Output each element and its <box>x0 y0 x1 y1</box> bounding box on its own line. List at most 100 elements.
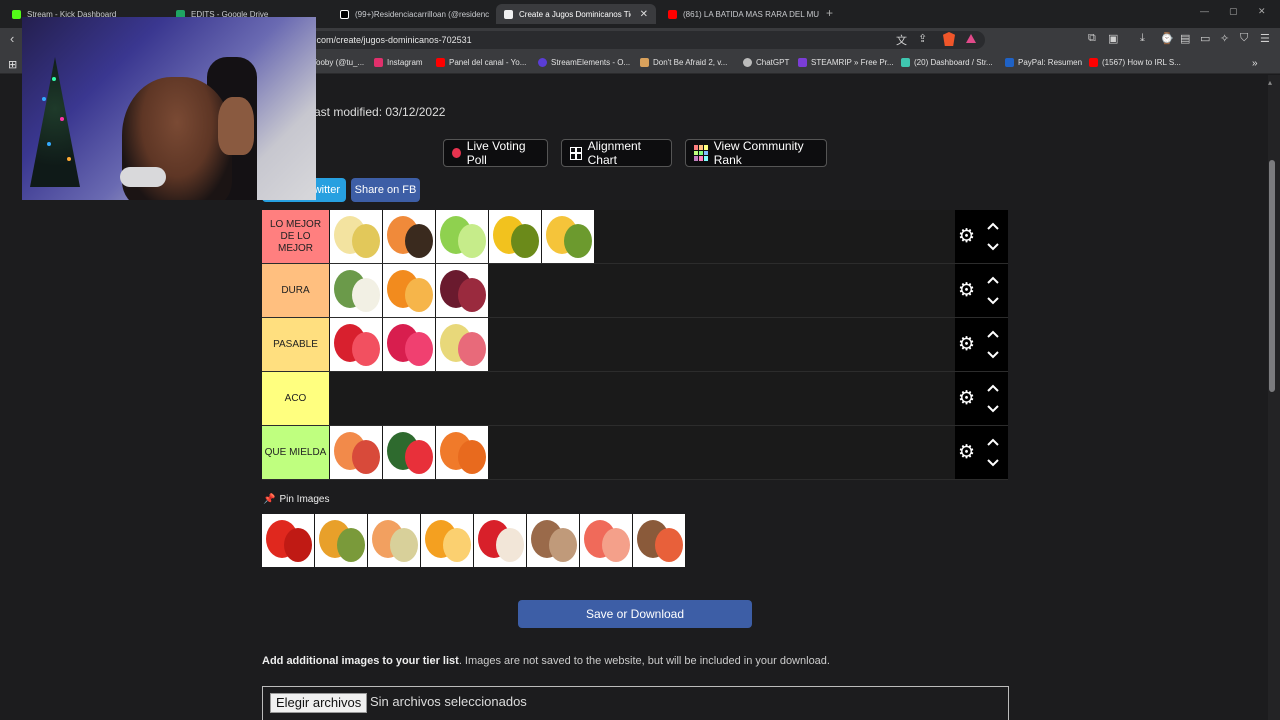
bookmark-dashboard[interactable]: (20) Dashboard / Str... <box>901 58 993 67</box>
fruit-image-soursop[interactable] <box>330 264 383 317</box>
share-icon[interactable]: ⇪ <box>918 32 927 45</box>
address-bar[interactable]: ker.com/create/jugos-dominicanos-702531 <box>290 31 985 49</box>
tab-youtube[interactable]: (861) LA BATIDA MAS RARA DEL MU <box>660 4 820 24</box>
pin-icon: 📌 <box>263 494 276 505</box>
paypal-icon <box>1005 58 1014 67</box>
scrollbar-thumb[interactable] <box>1269 160 1275 392</box>
brave-shield-icon[interactable] <box>943 32 955 46</box>
bookmark-how-to-irl[interactable]: (1567) How to IRL S... <box>1089 58 1181 67</box>
tiktok-icon <box>340 9 349 19</box>
fruit-image-guava[interactable] <box>436 318 489 371</box>
close-tab-icon[interactable]: ✕ <box>640 9 648 20</box>
fruit-image-watermelon[interactable] <box>383 426 436 479</box>
file-status: Sin archivos seleccionados <box>370 694 527 709</box>
fruit-image-tomato[interactable] <box>262 514 315 567</box>
more-bookmarks-icon[interactable]: » <box>1252 58 1258 69</box>
tier-label[interactable]: QUE MIELDA <box>262 426 329 479</box>
fruit-image-tamarind[interactable] <box>527 514 580 567</box>
pin-images-label[interactable]: 📌 Pin Images <box>263 494 329 505</box>
fruit-image-cantaloupe[interactable] <box>368 514 421 567</box>
tier-row: ACO ⚙ <box>262 372 1008 426</box>
live-voting-poll-button[interactable]: Live Voting Poll <box>443 139 548 167</box>
fruit-image-apple[interactable] <box>474 514 527 567</box>
fruit-image-papaya[interactable] <box>383 210 436 263</box>
wallet-icon[interactable]: ▭ <box>1200 32 1210 45</box>
bookmark-instagram[interactable]: Instagram <box>374 58 423 67</box>
last-modified: ast modified: 03/12/2022 <box>314 105 446 119</box>
tab-tiermaker[interactable]: Create a Jugos Dominicanos Tier ✕ <box>496 4 656 24</box>
chevron-down-icon[interactable] <box>986 348 1000 360</box>
community-rank-button[interactable]: View Community Rank <box>685 139 827 167</box>
fruit-image-passion-fruit[interactable] <box>489 210 542 263</box>
maximize-icon[interactable]: ▢ <box>1229 6 1238 17</box>
chevron-up-icon[interactable] <box>986 381 1000 393</box>
bookmark-steamrip[interactable]: STEAMRIP » Free Pr... <box>798 58 894 67</box>
chevron-down-icon[interactable] <box>986 294 1000 306</box>
chevron-up-icon[interactable] <box>986 273 1000 285</box>
gear-icon[interactable]: ⚙ <box>958 389 975 408</box>
leo-icon[interactable]: ✧ <box>1220 32 1229 45</box>
screenshot-icon[interactable]: ▣ <box>1108 32 1118 45</box>
translate-icon[interactable]: 文 <box>896 32 907 48</box>
menu-icon[interactable]: ☰ <box>1260 32 1270 45</box>
bookmark-youtube-panel[interactable]: Panel del canal - Yo... <box>436 58 526 67</box>
gear-icon[interactable]: ⚙ <box>958 335 975 354</box>
new-tab-icon[interactable]: + <box>826 6 833 20</box>
fruit-image-orange[interactable] <box>383 264 436 317</box>
minimize-icon[interactable]: — <box>1200 6 1209 16</box>
bookmark-streamelements[interactable]: StreamElements - O... <box>538 58 630 67</box>
streamelements-icon <box>538 58 547 67</box>
fruit-image-peach[interactable] <box>330 426 383 479</box>
chevron-up-icon[interactable] <box>986 327 1000 339</box>
gear-icon[interactable]: ⚙ <box>958 281 975 300</box>
history-icon[interactable]: ⌚ <box>1160 32 1174 45</box>
save-download-button[interactable]: Save or Download <box>518 600 752 628</box>
chevron-down-icon[interactable] <box>986 240 1000 252</box>
fruit-image-mamey[interactable] <box>633 514 686 567</box>
fruit-image-mango[interactable] <box>315 514 368 567</box>
bookmark-paypal[interactable]: PayPal: Resumen <box>1005 58 1082 67</box>
fruit-image-grapefruit[interactable] <box>580 514 633 567</box>
chevron-up-icon[interactable] <box>986 219 1000 231</box>
chevron-down-icon[interactable] <box>986 402 1000 414</box>
fruit-image-grapes[interactable] <box>436 264 489 317</box>
apps-icon[interactable]: ⊞ <box>8 58 17 71</box>
fruit-image-orange-slices[interactable] <box>421 514 474 567</box>
tier-label[interactable]: PASABLE <box>262 318 329 371</box>
fruit-image-banana[interactable] <box>330 210 383 263</box>
fruit-image-carrot[interactable] <box>436 426 489 479</box>
gear-icon[interactable]: ⚙ <box>958 227 975 246</box>
scroll-up-icon[interactable]: ▴ <box>1268 78 1272 87</box>
streamer-hand <box>218 97 254 155</box>
tab-label: (99+)Residenciacarrilloan (@residenc <box>355 9 490 19</box>
alignment-chart-button[interactable]: Alignment Chart <box>561 139 672 167</box>
share-facebook-button[interactable]: Share on FB <box>351 178 420 202</box>
choose-files-button[interactable]: Elegir archivos <box>270 693 368 713</box>
fruit-image-pineapple[interactable] <box>542 210 595 263</box>
tier-items <box>330 426 489 479</box>
fruit-image-strawberry[interactable] <box>330 318 383 371</box>
extensions-icon[interactable]: ⧉ <box>1088 32 1096 45</box>
fruit-image-lime[interactable] <box>436 210 489 263</box>
brave-rewards-icon[interactable] <box>966 34 976 43</box>
gear-icon[interactable]: ⚙ <box>958 443 975 462</box>
chevron-down-icon[interactable] <box>986 456 1000 468</box>
close-window-icon[interactable]: ✕ <box>1258 6 1266 17</box>
chevron-up-icon[interactable] <box>986 435 1000 447</box>
tier-label[interactable]: ACO <box>262 372 329 425</box>
back-icon[interactable]: ‹ <box>10 31 14 46</box>
fruit-image-raspberry[interactable] <box>383 318 436 371</box>
bookmark-chatgpt[interactable]: ChatGPT <box>743 58 789 67</box>
tab-tiktok[interactable]: (99+)Residenciacarrilloan (@residenc <box>332 4 492 24</box>
sidebar-icon[interactable]: ▤ <box>1180 32 1190 45</box>
youtube-icon <box>436 58 445 67</box>
tier-controls: ⚙ <box>955 426 1008 479</box>
vpn-icon[interactable]: ⛉ <box>1240 32 1248 45</box>
tier-label[interactable]: LO MEJOR DE LO MEJOR <box>262 210 329 263</box>
bookmark-dont-be-afraid[interactable]: Don't Be Afraid 2, v... <box>640 58 727 67</box>
steamrip-icon <box>798 58 807 67</box>
download-icon[interactable]: ⤓ <box>1140 32 1145 45</box>
bookmark-item[interactable]: Tooby (@tu_... <box>312 58 364 67</box>
tiermaker-icon <box>504 9 513 19</box>
tier-label[interactable]: DURA <box>262 264 329 317</box>
